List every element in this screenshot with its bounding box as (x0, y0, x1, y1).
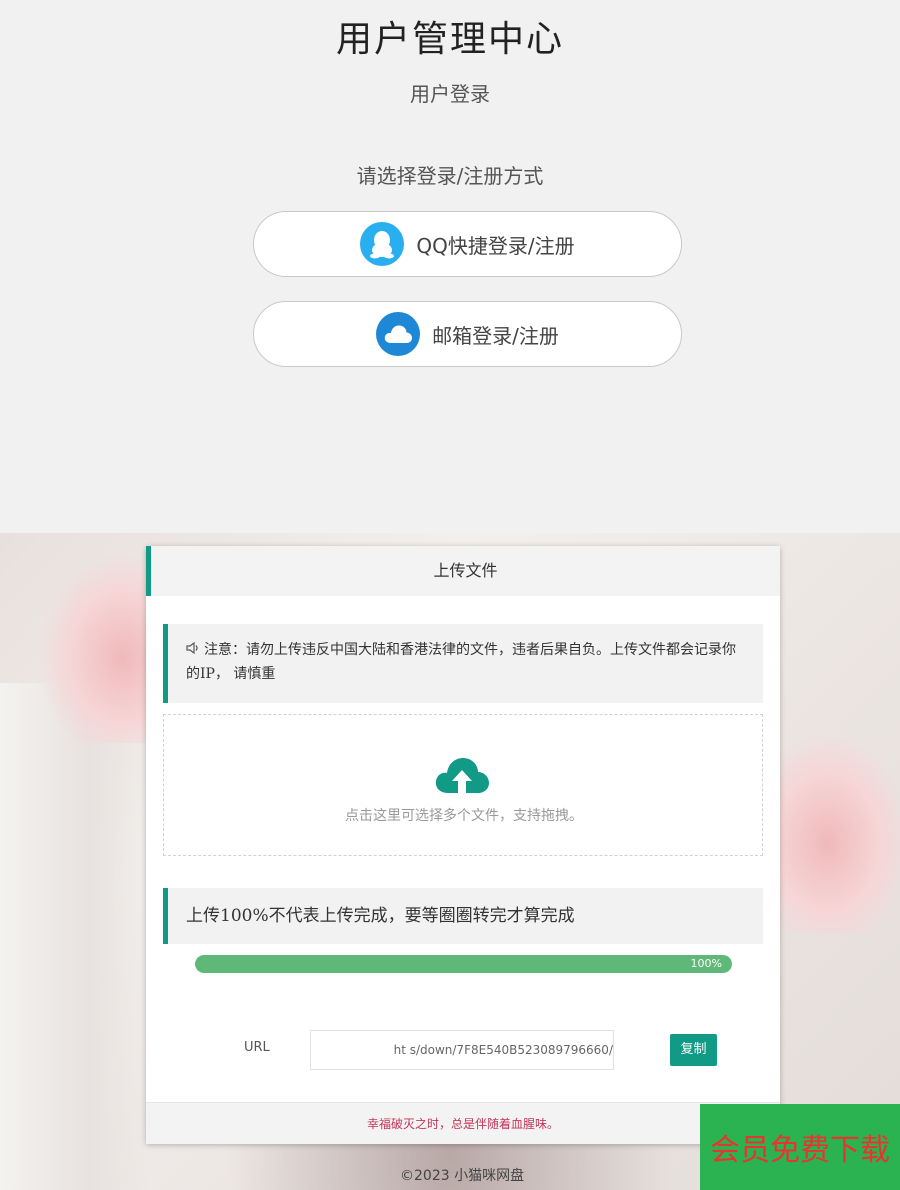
login-method-prompt: 请选择登录/注册方式 (356, 164, 544, 188)
progress-percent: 100% (690, 957, 722, 970)
url-field[interactable]: ht s/down/7F8E540B523089796660/ (310, 1030, 614, 1070)
cloud-icon (376, 312, 421, 356)
qq-login-button[interactable]: QQ快捷登录/注册 (253, 211, 682, 277)
upload-progress-bar: 100% (195, 955, 732, 973)
card-footer-quote: 幸福破灭之时，总是伴随着血腥味。 (146, 1102, 780, 1144)
copy-button[interactable]: 复制 (670, 1034, 717, 1066)
file-dropzone[interactable]: 点击这里可选择多个文件，支持拖拽。 (163, 714, 763, 856)
progress-fill (195, 955, 732, 973)
dropzone-hint: 点击这里可选择多个文件，支持拖拽。 (345, 808, 583, 824)
upload-warning: 上传100%不代表上传完成，要等圈圈转完才算完成 (163, 888, 763, 944)
qq-login-label: QQ快捷登录/注册 (416, 233, 575, 258)
login-section: 用户管理中心 用户登录 请选择登录/注册方式 QQ快捷登录/注册 邮箱登录/注册 (0, 0, 900, 533)
email-login-button[interactable]: 邮箱登录/注册 (253, 301, 682, 367)
upload-card-title: 上传文件 (433, 561, 498, 580)
url-label: URL (244, 1040, 270, 1055)
copyright-text: ©2023 小猫咪网盘 (400, 1168, 525, 1184)
speaker-icon (186, 638, 200, 662)
qq-penguin-icon (360, 222, 405, 266)
vip-download-banner[interactable]: 会员免费下载 (700, 1104, 900, 1190)
upload-card: 上传文件 注意：请勿上传违反中国大陆和香港法律的文件，违者后果自负。上传文件都会… (146, 546, 780, 1144)
email-login-label: 邮箱登录/注册 (432, 323, 559, 348)
cloud-upload-icon (434, 757, 490, 799)
legal-notice-text: 注意：请勿上传违反中国大陆和香港法律的文件，违者后果自负。上传文件都会记录你的I… (186, 642, 736, 682)
page-subtitle: 用户登录 (410, 82, 490, 106)
page-title: 用户管理中心 (335, 19, 564, 60)
legal-notice: 注意：请勿上传违反中国大陆和香港法律的文件，违者后果自负。上传文件都会记录你的I… (163, 624, 763, 703)
upload-card-header: 上传文件 (146, 546, 780, 596)
